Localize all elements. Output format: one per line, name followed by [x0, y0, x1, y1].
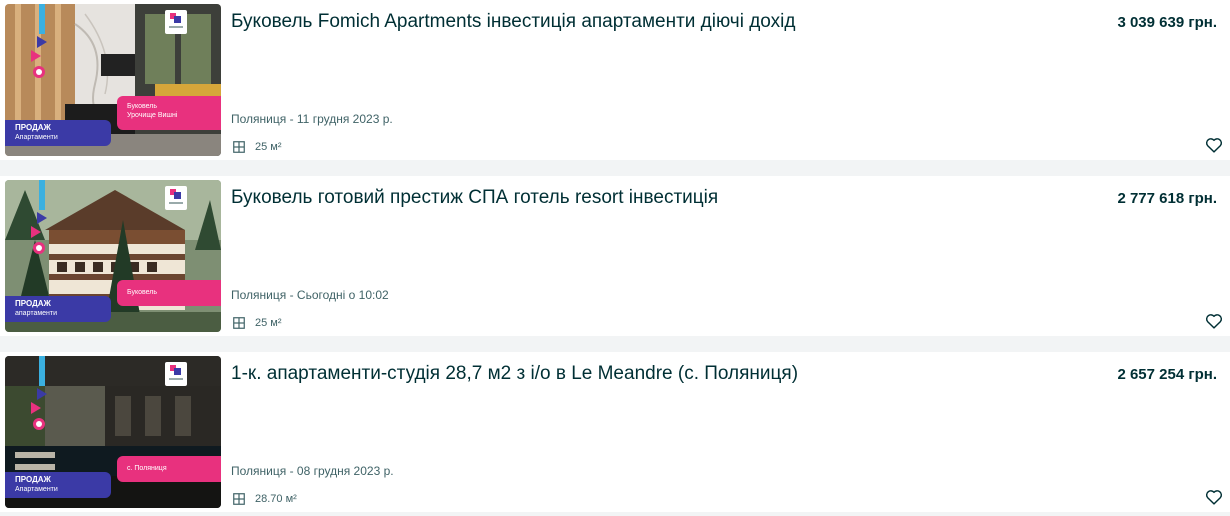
brand-logo: [165, 186, 187, 210]
brand-decoration-icon: [31, 4, 47, 78]
photo-type-text: Апартаменти: [15, 486, 58, 493]
photo-location-label: Буковель Урочище Вишні: [117, 96, 221, 130]
listing-location-date: Поляниця - 08 грудня 2023 р.: [231, 464, 394, 478]
heart-outline-icon: [1205, 314, 1223, 329]
listing-area: 25 м²: [233, 315, 282, 331]
listing-card[interactable]: Буковель Урочище Вишні ПРОДАЖ Апартамент…: [0, 0, 1230, 160]
listing-card[interactable]: Буковель ПРОДАЖ апартаменти Буковель гот…: [0, 176, 1230, 336]
heart-outline-icon: [1205, 490, 1223, 505]
photo-type-text: апартаменти: [15, 310, 58, 317]
brand-decoration-icon: [31, 356, 47, 430]
listing-area-value: 25 м²: [255, 141, 282, 153]
listing-location-date: Поляниця - 11 грудня 2023 р.: [231, 112, 393, 126]
listing-location-date: Поляниця - Сьогодні о 10:02: [231, 288, 389, 302]
floor-plan-icon: [233, 493, 245, 505]
photo-sale-label: ПРОДАЖ Апартаменти: [5, 472, 111, 498]
listing-area-value: 28.70 м²: [255, 493, 297, 505]
brand-decoration-icon: [31, 180, 47, 254]
photo-sale-label: ПРОДАЖ апартаменти: [5, 296, 111, 322]
photo-type-text: Апартаменти: [15, 134, 58, 141]
photo-location-label: с. Поляниця: [117, 456, 221, 482]
brand-logo: [165, 362, 187, 386]
favorite-button[interactable]: [1203, 310, 1225, 332]
listing-title[interactable]: 1-к. апартаменти-студія 28,7 м2 з і/о в …: [231, 362, 1091, 386]
listing-area: 25 м²: [233, 139, 282, 155]
listing-photo[interactable]: с. Поляниця ПРОДАЖ Апартаменти: [5, 356, 221, 508]
heart-outline-icon: [1205, 138, 1223, 153]
photo-sale-text: ПРОДАЖ: [15, 299, 51, 308]
brand-logo: [165, 10, 187, 34]
listing-price: 2 777 618 грн.: [1117, 190, 1217, 207]
listing-card[interactable]: с. Поляниця ПРОДАЖ Апартаменти 1-к. апар…: [0, 352, 1230, 512]
listing-photo[interactable]: Буковель Урочище Вишні ПРОДАЖ Апартамент…: [5, 4, 221, 156]
favorite-button[interactable]: [1203, 486, 1225, 508]
listing-price: 3 039 639 грн.: [1117, 14, 1217, 31]
listing-title[interactable]: Буковель готовий престиж СПА готель reso…: [231, 186, 1091, 210]
listing-area: 28.70 м²: [233, 491, 297, 507]
listing-title[interactable]: Буковель Fomich Apartments інвестиція ап…: [231, 10, 1091, 34]
listing-area-value: 25 м²: [255, 317, 282, 329]
floor-plan-icon: [233, 141, 245, 153]
listing-price: 2 657 254 грн.: [1117, 366, 1217, 383]
photo-location-label: Буковель: [117, 280, 221, 306]
photo-sale-text: ПРОДАЖ: [15, 475, 51, 484]
favorite-button[interactable]: [1203, 134, 1225, 156]
listing-list: Буковель Урочище Вишні ПРОДАЖ Апартамент…: [0, 0, 1230, 516]
photo-sale-label: ПРОДАЖ Апартаменти: [5, 120, 111, 146]
photo-sale-text: ПРОДАЖ: [15, 123, 51, 132]
floor-plan-icon: [233, 317, 245, 329]
listing-photo[interactable]: Буковель ПРОДАЖ апартаменти: [5, 180, 221, 332]
